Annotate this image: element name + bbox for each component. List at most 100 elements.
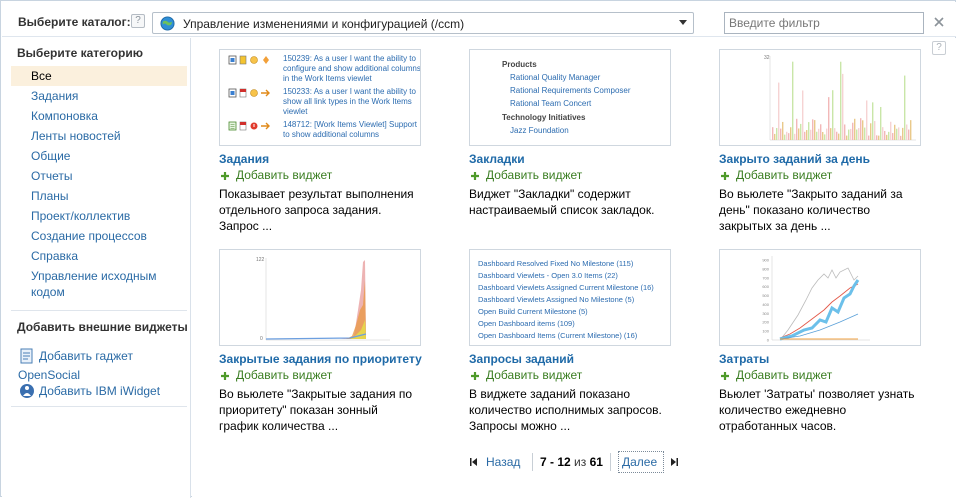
next-page-button[interactable]: Далее <box>622 455 657 469</box>
add-widget-button[interactable]: Добавить виджет <box>219 368 349 384</box>
widget-preview: 150239: As a user I want the ability to … <box>219 49 421 146</box>
widget-preview: 900 800 700 600 500 400 300 200 100 0 <box>719 249 921 346</box>
catalog-select[interactable]: Управление изменениями и конфигурацией (… <box>152 12 694 34</box>
category-item-help[interactable]: Справка <box>11 246 187 266</box>
plus-icon <box>221 372 229 380</box>
widget-card-closed-per-day: 32 Закрыто заданий за день Добавить видж… <box>719 49 923 241</box>
preview-bar <box>890 121 892 140</box>
category-item-process[interactable]: Создание процессов <box>11 226 187 246</box>
add-iwidget-link[interactable]: Добавить IBM iWidget <box>19 383 179 401</box>
preview-bar <box>878 135 880 140</box>
preview-bar <box>860 118 862 140</box>
first-page-icon[interactable] <box>470 458 478 466</box>
widget-title[interactable]: Закрытые задания по приоритету <box>219 352 422 366</box>
prev-page-button[interactable]: Назад <box>486 455 520 469</box>
opensocial-link[interactable]: OpenSocial <box>18 368 80 384</box>
add-widget-button[interactable]: Добавить виджет <box>719 168 849 184</box>
catalog-dialog: Выберите каталог: ? Управление изменения… <box>0 0 956 498</box>
preview-bar <box>894 124 896 140</box>
category-item-source-control[interactable]: Управление исходным кодом <box>11 266 187 300</box>
iwidget-icon <box>20 384 34 398</box>
widget-preview: 122 0 <box>219 249 421 346</box>
preview-bar <box>796 118 798 140</box>
close-icon[interactable] <box>933 16 945 28</box>
add-widget-label: Добавить виджет <box>486 368 583 382</box>
widget-title[interactable]: Закладки <box>469 152 525 166</box>
preview-bar <box>814 120 816 140</box>
category-item-feeds[interactable]: Ленты новостей <box>11 126 187 146</box>
widget-title[interactable]: Запросы заданий <box>469 352 574 366</box>
widget-title[interactable]: Затраты <box>719 352 769 366</box>
preview-bar <box>776 128 778 140</box>
widget-card-effort: 900 800 700 600 500 400 300 200 100 0 Затраты Доб… <box>719 249 923 441</box>
page-range-value: 7 - 12 <box>540 455 571 469</box>
preview-bar <box>902 127 904 140</box>
preview-bar <box>892 133 894 140</box>
preview-bar <box>800 123 802 140</box>
add-gadget-label: Добавить гаджет <box>39 349 133 363</box>
widget-description: Виджет "Закладки" содержит настраиваемый… <box>469 187 655 217</box>
widget-title[interactable]: Закрыто заданий за день <box>719 152 870 166</box>
add-widget-button[interactable]: Добавить виджет <box>469 368 599 384</box>
help-icon[interactable]: ? <box>932 41 946 55</box>
preview-bar <box>872 102 874 140</box>
preview-bar <box>882 127 884 140</box>
pagination: Назад 7 - 12 из 61 Далее <box>470 451 710 473</box>
preview-bar <box>900 135 902 140</box>
preview-work-item-text: 150239: As a user I want the ability to … <box>283 54 421 83</box>
category-item-project-team[interactable]: Проект/коллектив <box>11 206 187 226</box>
preview-bars <box>772 61 912 140</box>
add-widget-label: Добавить виджет <box>486 168 583 182</box>
preview-tick-label: 300 <box>762 311 769 316</box>
preview-bar <box>866 100 868 140</box>
category-item-work-items[interactable]: Задания <box>11 86 187 106</box>
preview-query: Dashboard Viewlets Assigned Current Mile… <box>478 283 654 292</box>
preview-bar <box>850 128 852 140</box>
plus-icon <box>471 172 479 180</box>
preview-bar <box>806 130 808 140</box>
add-widget-button[interactable]: Добавить виджет <box>219 168 349 184</box>
preview-bar <box>870 123 872 140</box>
category-item-all[interactable]: Все <box>11 66 187 86</box>
preview-bar <box>794 133 796 140</box>
chevron-down-icon[interactable] <box>679 20 687 25</box>
preview-bar <box>840 61 842 140</box>
preview-bar <box>792 61 794 140</box>
opensocial-label: OpenSocial <box>18 368 81 382</box>
preview-bar <box>786 131 788 140</box>
preview-query: Dashboard Viewlets Assigned No Milestone… <box>478 295 635 304</box>
preview-bar <box>798 128 800 140</box>
preview-work-item: 148712: [Work Items Viewlet] Support to … <box>228 120 418 145</box>
preview-bar <box>848 129 850 140</box>
category-item-general[interactable]: Общие <box>11 146 187 166</box>
category-sidebar: Выберите категорию Все Задания Компоновк… <box>2 38 191 498</box>
category-item-reports[interactable]: Отчеты <box>11 166 187 186</box>
add-widget-button[interactable]: Добавить виджет <box>469 168 599 184</box>
preview-tick-label: 700 <box>762 275 769 280</box>
preview-bar <box>804 131 806 140</box>
preview-bar <box>810 129 812 140</box>
preview-bar <box>856 129 858 140</box>
preview-bar <box>884 130 886 140</box>
preview-bar <box>844 124 846 140</box>
category-item-layout[interactable]: Компоновка <box>11 106 187 126</box>
preview-bar <box>836 131 838 140</box>
catalog-selected-value: Управление изменениями и конфигурацией (… <box>183 17 465 31</box>
preview-bar <box>904 75 906 140</box>
preview-bar <box>876 135 878 140</box>
page-range-of: из <box>574 455 587 469</box>
widget-title[interactable]: Задания <box>219 152 269 166</box>
sidebar-divider <box>11 310 187 311</box>
preview-bookmark: Jazz Foundation <box>510 126 569 135</box>
category-item-plans[interactable]: Планы <box>11 186 187 206</box>
preview-bar <box>812 119 814 140</box>
preview-query: Open Build Current Milestone (5) <box>478 307 588 316</box>
last-page-icon[interactable] <box>670 458 678 466</box>
preview-bar <box>790 127 792 140</box>
add-gadget-link[interactable]: Добавить гаджет <box>19 348 179 366</box>
add-widget-button[interactable]: Добавить виджет <box>719 368 849 384</box>
filter-input[interactable] <box>724 12 924 34</box>
preview-work-item-text: 150233: As a user I want the ability to … <box>283 87 416 116</box>
catalog-help-icon[interactable]: ? <box>131 14 145 28</box>
preview-bar <box>830 128 832 140</box>
